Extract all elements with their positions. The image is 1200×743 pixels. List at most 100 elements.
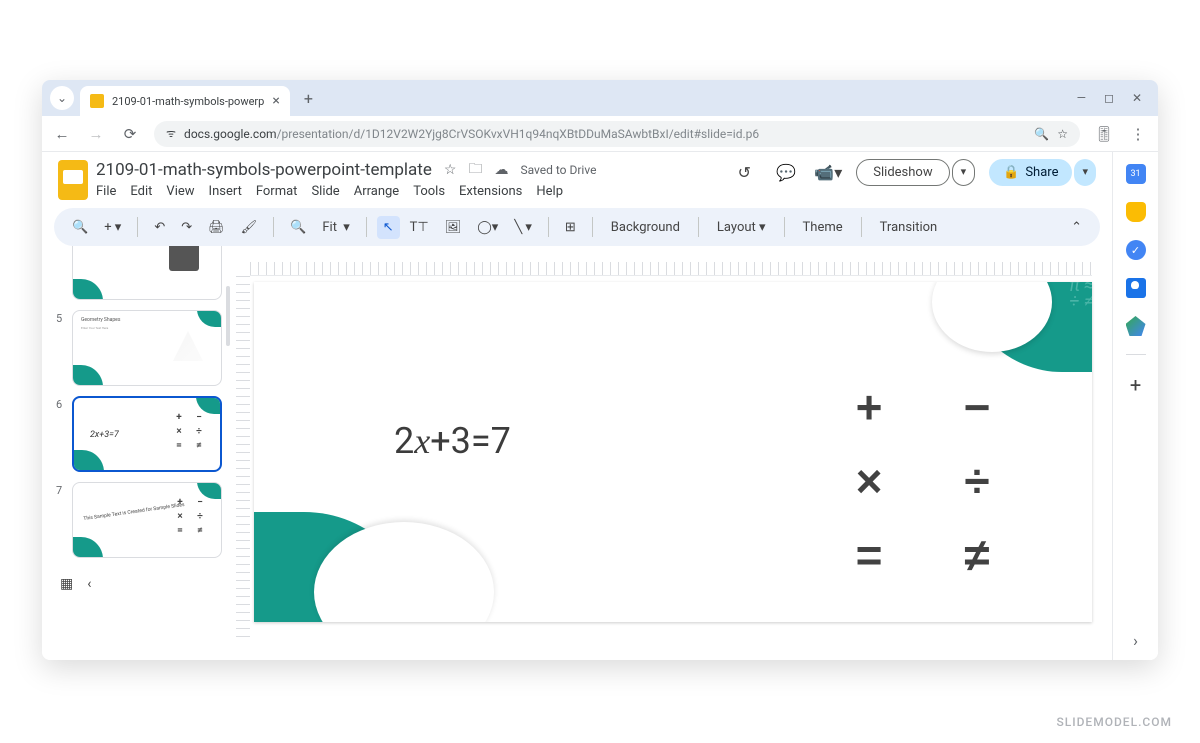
meet-icon[interactable]: 📹▾: [814, 158, 842, 186]
slide-equation[interactable]: 2x+3=7: [394, 420, 511, 462]
thumbnail-panel[interactable]: 5 Geometry Shapes Enter Your Text Here 6: [42, 246, 232, 660]
maps-icon[interactable]: [1126, 316, 1146, 336]
menu-arrange[interactable]: Arrange: [354, 184, 399, 199]
menu-insert[interactable]: Insert: [209, 184, 242, 199]
collapse-toolbar-icon[interactable]: ⌃: [1065, 216, 1088, 239]
minus-symbol[interactable]: −: [932, 372, 1022, 442]
textbox-icon[interactable]: T⊤: [404, 216, 435, 239]
thumbnail-slide-7[interactable]: This Sample Text is Created for Sample S…: [72, 482, 222, 558]
zoom-dropdown[interactable]: Fit ▾: [316, 216, 355, 239]
forward-icon[interactable]: →: [86, 125, 106, 143]
menu-help[interactable]: Help: [536, 184, 563, 199]
new-slide-button[interactable]: + ▾: [98, 216, 127, 239]
thumbnail-scrollbar[interactable]: [226, 286, 230, 346]
keep-icon[interactable]: [1126, 202, 1146, 222]
redo-icon[interactable]: ↷: [175, 216, 198, 239]
url-input[interactable]: ᯤ docs.google.com/presentation/d/1D12V2W…: [154, 121, 1080, 147]
window-controls: — ◻ ✕: [1077, 91, 1150, 105]
app-area: 2109-01-math-symbols-powerpoint-template…: [42, 152, 1158, 660]
contacts-icon[interactable]: [1126, 278, 1146, 298]
menu-view[interactable]: View: [166, 184, 194, 199]
multiply-symbol[interactable]: ×: [824, 446, 914, 516]
watermark: SLIDEMODEL.COM: [1056, 715, 1172, 729]
divide-symbol[interactable]: ÷: [932, 446, 1022, 516]
work-area: 5 Geometry Shapes Enter Your Text Here 6: [42, 246, 1112, 660]
slides-favicon: [90, 94, 104, 108]
zoom-indicator-icon[interactable]: 🔍: [1034, 127, 1049, 141]
theme-button[interactable]: Theme: [795, 216, 851, 239]
new-tab-button[interactable]: +: [296, 89, 321, 108]
url-path: /presentation/d/1D12V2W2Yjg8CrVSOKvxVH1q…: [277, 127, 760, 141]
share-dropdown[interactable]: ▾: [1074, 159, 1096, 186]
not-equals-symbol[interactable]: ≠: [932, 520, 1022, 590]
comment-icon[interactable]: ⊞: [559, 216, 582, 239]
bookmark-star-icon[interactable]: ☆: [1057, 127, 1068, 141]
search-menus-icon[interactable]: 🔍: [66, 216, 94, 239]
site-info-icon[interactable]: ᯤ: [166, 126, 176, 141]
addons-plus-icon[interactable]: +: [1130, 373, 1141, 397]
zoom-icon[interactable]: 🔍: [284, 216, 312, 239]
calendar-icon[interactable]: [1126, 164, 1146, 184]
comments-icon[interactable]: 💬: [772, 158, 800, 186]
thumbnail-slide-6-selected[interactable]: 2x+3=7 +− ×÷ =≠: [72, 396, 222, 472]
menu-slide[interactable]: Slide: [311, 184, 339, 199]
tasks-icon[interactable]: [1126, 240, 1146, 260]
document-title[interactable]: 2109-01-math-symbols-powerpoint-template: [96, 160, 432, 180]
thumbnail-partial[interactable]: [72, 246, 222, 300]
back-icon[interactable]: ←: [52, 125, 72, 143]
image-icon[interactable]: 🖼: [439, 216, 468, 239]
side-panel: + ›: [1112, 152, 1158, 660]
undo-icon[interactable]: ↶: [148, 216, 171, 239]
grid-view-icon[interactable]: ▦: [60, 576, 73, 592]
horizontal-ruler[interactable]: [250, 262, 1092, 276]
background-button[interactable]: Background: [603, 216, 688, 239]
print-icon[interactable]: 🖨: [202, 216, 231, 239]
thumb-symbols: +− ×÷ =≠: [173, 497, 207, 536]
menu-format[interactable]: Format: [256, 184, 298, 199]
canvas-area: π ≈÷ ≠ 2x+3=7 + − × ÷ =: [232, 246, 1112, 660]
browser-menu-icon[interactable]: ⋮: [1128, 125, 1148, 143]
layout-button[interactable]: Layout ▾: [709, 216, 774, 239]
toolbar: 🔍 + ▾ ↶ ↷ 🖨 🖌 🔍 Fit ▾ ↖ T⊤ 🖼 ◯▾ ╲ ▾ ⊞: [54, 208, 1100, 246]
url-host: docs.google.com: [184, 127, 277, 141]
reload-icon[interactable]: ⟳: [120, 125, 140, 143]
transition-button[interactable]: Transition: [872, 216, 946, 239]
thumbnail-number: 7: [56, 482, 66, 558]
slideshow-button[interactable]: Slideshow: [856, 159, 949, 186]
menu-tools[interactable]: Tools: [413, 184, 445, 199]
line-icon[interactable]: ╲ ▾: [508, 216, 538, 239]
maximize-icon[interactable]: ◻: [1104, 91, 1114, 105]
thumbnail-number: 6: [56, 396, 66, 472]
select-tool-icon[interactable]: ↖: [377, 216, 400, 239]
equals-symbol[interactable]: =: [824, 520, 914, 590]
symbol-grid[interactable]: + − × ÷ = ≠: [824, 372, 1022, 590]
star-icon[interactable]: ☆: [444, 162, 457, 178]
main-column: 2109-01-math-symbols-powerpoint-template…: [42, 152, 1112, 660]
history-icon[interactable]: ↺: [730, 158, 758, 186]
paint-format-icon[interactable]: 🖌: [235, 216, 264, 239]
thumb-symbols: +− ×÷ =≠: [172, 412, 206, 451]
close-window-icon[interactable]: ✕: [1132, 91, 1142, 105]
minimize-icon[interactable]: —: [1077, 91, 1086, 105]
plus-symbol[interactable]: +: [824, 372, 914, 442]
slideshow-dropdown[interactable]: ▾: [952, 159, 976, 186]
tab-search-button[interactable]: ⌄: [50, 86, 74, 110]
vertical-ruler[interactable]: [236, 276, 250, 640]
cloud-icon[interactable]: ☁: [494, 162, 508, 178]
menu-file[interactable]: File: [96, 184, 116, 199]
shape-icon[interactable]: ◯▾: [471, 216, 504, 239]
hide-panel-icon[interactable]: ›: [1133, 631, 1138, 650]
browser-window: ⌄ 2109-01-math-symbols-powerp × + — ◻ ✕ …: [42, 80, 1158, 660]
prev-slide-icon[interactable]: ‹: [87, 576, 91, 592]
share-button[interactable]: 🔒Share: [989, 159, 1072, 186]
slide-canvas[interactable]: π ≈÷ ≠ 2x+3=7 + − × ÷ =: [254, 282, 1092, 622]
thumbnail-slide-5[interactable]: Geometry Shapes Enter Your Text Here: [72, 310, 222, 386]
google-slides-logo[interactable]: [58, 160, 88, 200]
move-icon[interactable]: 🗀: [468, 158, 482, 182]
browser-tab-active[interactable]: 2109-01-math-symbols-powerp ×: [80, 86, 290, 116]
close-tab-icon[interactable]: ×: [272, 93, 279, 109]
menu-edit[interactable]: Edit: [130, 184, 152, 199]
menu-bar: File Edit View Insert Format Slide Arran…: [96, 184, 722, 199]
menu-extensions[interactable]: Extensions: [459, 184, 522, 199]
media-control-icon[interactable]: 🎚: [1094, 125, 1114, 143]
